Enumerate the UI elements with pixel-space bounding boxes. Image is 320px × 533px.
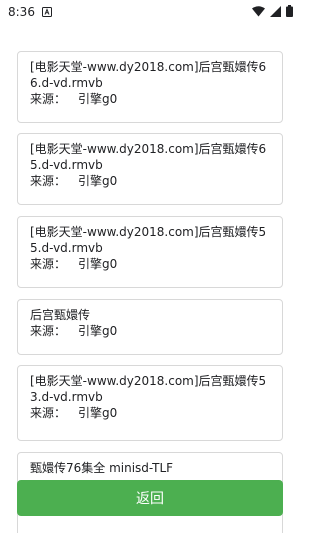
source-value: 引擎g0	[78, 92, 118, 106]
result-title: 甄嬛传76集全 minisd-TLF	[30, 461, 174, 475]
result-item[interactable]: [电影天堂-www.dy2018.com]后宫甄嬛传65.d-vd.rmvb 来…	[17, 133, 283, 205]
source-label: 来源：	[30, 257, 67, 271]
result-item[interactable]: [电影天堂-www.dy2018.com]后宫甄嬛传53.d-vd.rmvb 来…	[17, 365, 283, 441]
source-label: 来源：	[30, 324, 67, 338]
source-label: 来源：	[30, 92, 67, 106]
result-source: 来源： 引擎g0	[30, 256, 270, 272]
source-value: 引擎g0	[78, 257, 118, 271]
result-item[interactable]: [电影天堂-www.dy2018.com]后宫甄嬛传66.d-vd.rmvb 来…	[17, 51, 283, 123]
text-a-icon	[42, 7, 53, 18]
results-list: [电影天堂-www.dy2018.com]后宫甄嬛传66.d-vd.rmvb 来…	[0, 24, 300, 533]
result-source: 来源： 引擎g0	[30, 323, 270, 339]
source-label: 来源：	[30, 174, 67, 188]
result-item[interactable]: [电影天堂-www.dy2018.com]后宫甄嬛传55.d-vd.rmvb 来…	[17, 216, 283, 288]
battery-icon	[286, 5, 293, 20]
source-label: 来源：	[30, 406, 67, 420]
result-title: [电影天堂-www.dy2018.com]后宫甄嬛传55.d-vd.rmvb	[30, 225, 267, 255]
result-item[interactable]: 后宫甄嬛传 来源： 引擎g0	[17, 299, 283, 355]
wifi-icon	[252, 5, 265, 20]
status-icons	[252, 5, 293, 20]
source-value: 引擎g0	[78, 174, 118, 188]
status-time: 8:36	[8, 5, 35, 19]
back-button[interactable]: 返回	[17, 480, 283, 516]
result-title: [电影天堂-www.dy2018.com]后宫甄嬛传65.d-vd.rmvb	[30, 142, 267, 172]
status-bar: 8:36	[0, 0, 300, 24]
source-value: 引擎g0	[78, 324, 118, 338]
result-title: [电影天堂-www.dy2018.com]后宫甄嬛传66.d-vd.rmvb	[30, 60, 267, 90]
result-source: 来源： 引擎g0	[30, 405, 270, 421]
result-source: 来源： 引擎g0	[30, 173, 270, 189]
cellular-signal-icon	[270, 5, 281, 20]
result-title: 后宫甄嬛传	[30, 308, 91, 322]
result-title: [电影天堂-www.dy2018.com]后宫甄嬛传53.d-vd.rmvb	[30, 374, 267, 404]
result-source: 来源： 引擎g0	[30, 91, 270, 107]
source-value: 引擎g0	[78, 406, 118, 420]
